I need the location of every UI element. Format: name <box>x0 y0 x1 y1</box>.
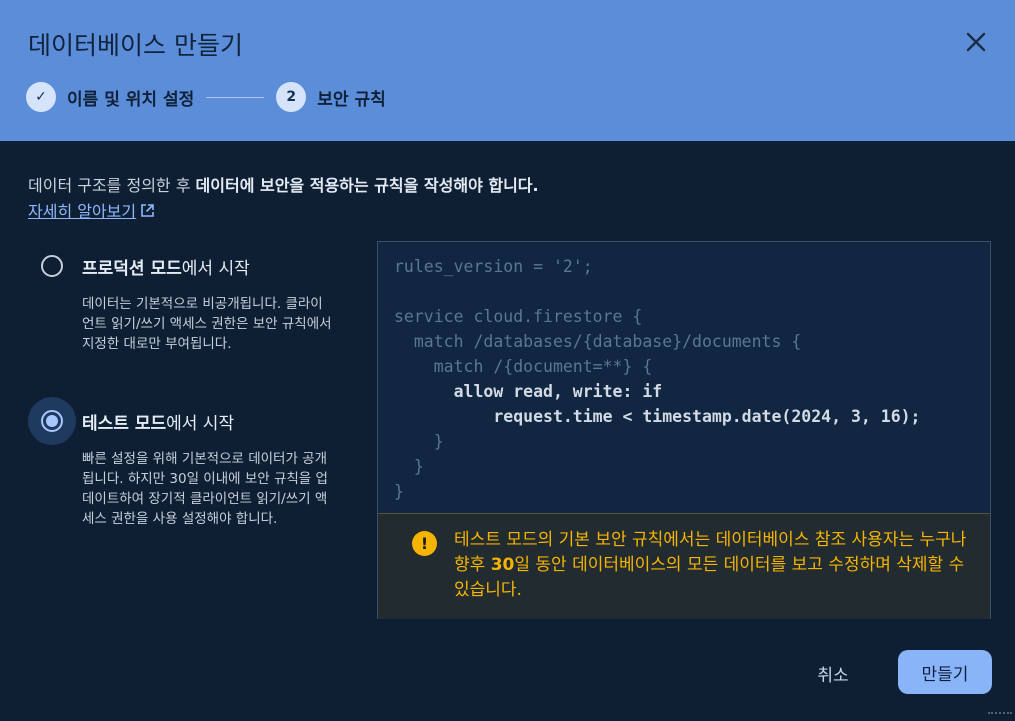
dialog-title: 데이터베이스 만들기 <box>28 31 243 60</box>
production-mode-title-bold: 프로덕션 모드 <box>82 259 182 279</box>
warning-text-bold: 30 <box>490 555 515 575</box>
radio-checked-icon <box>41 410 63 432</box>
test-mode-radio[interactable] <box>28 397 76 445</box>
code-line: } <box>394 482 404 501</box>
cancel-button[interactable]: 취소 <box>800 652 866 694</box>
step-2-number: 2 <box>276 82 307 112</box>
code-line: match /{document=**} { <box>394 357 653 376</box>
create-button[interactable]: 만들기 <box>898 650 992 694</box>
code-line: service cloud.firestore { <box>394 307 643 326</box>
production-mode-radio[interactable] <box>28 242 76 290</box>
stepper-divider <box>206 96 265 98</box>
learn-more-label: 자세히 알아보기 <box>28 202 137 221</box>
step-1-check-icon: ✓ <box>26 82 56 112</box>
test-mode-title: 테스트 모드에서 시작 <box>82 409 234 434</box>
close-button[interactable] <box>958 24 994 60</box>
step-1-label: 이름 및 위치 설정 <box>67 89 195 110</box>
rules-code: rules_version = '2'; service cloud.fires… <box>394 254 921 504</box>
intro-bold: 데이터에 보안을 적용하는 규칙을 작성해야 합니다 <box>195 176 533 195</box>
intro-plain: 데이터 구조를 정의한 후 <box>28 176 196 195</box>
warning-text: 테스트 모드의 기본 보안 규칙에서는 데이터베이스 참조 사용자는 누구나 향… <box>454 528 974 603</box>
radio-unchecked-icon <box>41 255 63 277</box>
warning-text-2: 일 동안 데이터베이스의 모든 데이터를 보고 수정하며 삭제할 수 있습니다. <box>454 555 965 600</box>
code-line: } <box>394 432 444 451</box>
stepper: ✓ 이름 및 위치 설정 2 보안 규칙 <box>26 82 386 112</box>
code-line-highlight: request.time < timestamp.date(2024, 3, 1… <box>394 407 921 426</box>
code-line: } <box>394 457 424 476</box>
production-mode-title-rest: 에서 시작 <box>181 259 250 279</box>
external-link-icon <box>141 203 154 217</box>
production-mode-description: 데이터는 기본적으로 비공개됩니다. 클라이언트 읽기/쓰기 액세스 권한은 보… <box>82 296 332 352</box>
test-mode-title-rest: 에서 시작 <box>166 414 235 434</box>
warning-icon: ! <box>412 531 437 556</box>
close-icon <box>966 32 986 52</box>
learn-more-link[interactable]: 자세히 알아보기 <box>28 198 155 222</box>
production-mode-title: 프로덕션 모드에서 시작 <box>82 254 250 279</box>
warning-banner: ! 테스트 모드의 기본 보안 규칙에서는 데이터베이스 참조 사용자는 누구나… <box>378 513 990 619</box>
code-line-highlight: allow read, write: if <box>394 382 663 401</box>
test-mode-title-bold: 테스트 모드 <box>82 414 167 434</box>
step-2-label: 보안 규칙 <box>317 89 386 110</box>
intro-end: . <box>532 176 539 195</box>
rules-preview: rules_version = '2'; service cloud.fires… <box>377 241 991 619</box>
code-line: match /databases/{database}/documents { <box>394 332 802 351</box>
code-line: rules_version = '2'; <box>394 257 593 276</box>
dialog-header: 데이터베이스 만들기 ✓ 이름 및 위치 설정 2 보안 규칙 <box>0 0 1015 141</box>
test-mode-description: 빠른 설정을 위해 기본적으로 데이터가 공개됩니다. 하지만 30일 이내에 … <box>82 451 328 527</box>
resize-handle[interactable] <box>988 712 1012 720</box>
intro-text: 데이터 구조를 정의한 후 데이터에 보안을 적용하는 규칙을 작성해야 합니다… <box>28 172 539 196</box>
